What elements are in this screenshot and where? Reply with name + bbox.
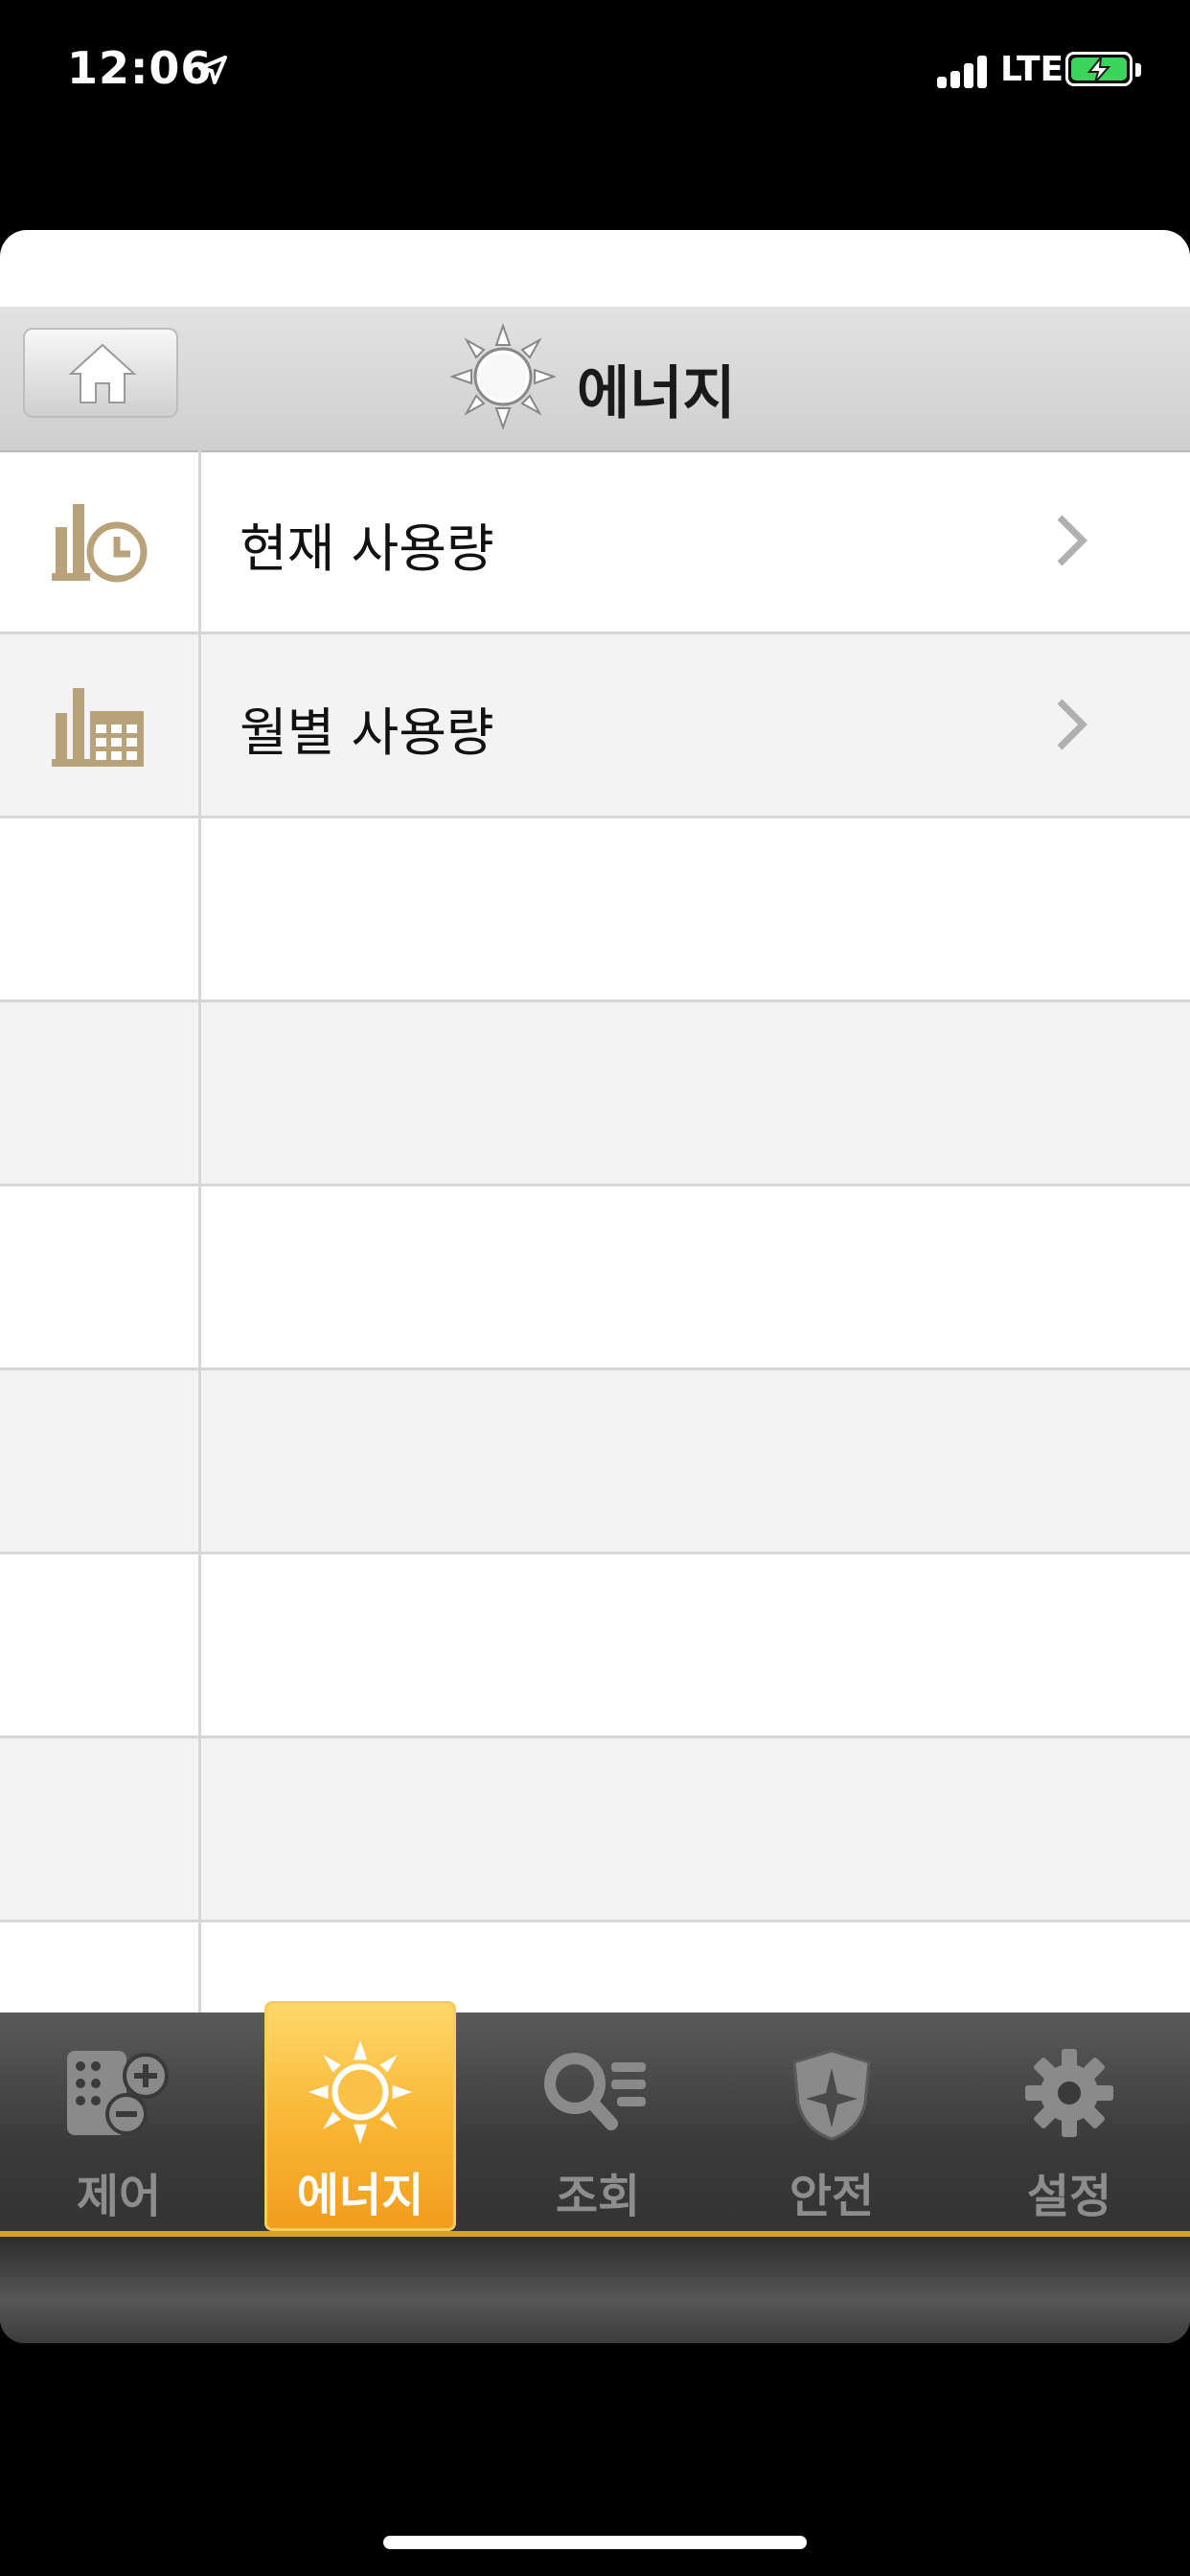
battery-charging-icon xyxy=(1065,52,1133,86)
header-bar: 에너지 xyxy=(0,307,1190,452)
search-list-icon xyxy=(544,2053,646,2130)
tab-safety[interactable]: 안전 xyxy=(736,2012,927,2229)
location-arrow-icon xyxy=(198,56,227,84)
page-title: 에너지 xyxy=(577,360,736,427)
chevron-right-icon xyxy=(1057,699,1087,750)
empty-row xyxy=(0,1186,1190,1370)
app-window: 에너지 현재 사용량 월별 사용량 제어 에너지 조회 안전 설정 xyxy=(0,230,1190,2343)
battery-cap xyxy=(1135,63,1141,77)
gear-icon xyxy=(1025,2049,1113,2137)
home-button[interactable] xyxy=(23,328,178,418)
menu-item-label: 월별 사용량 xyxy=(240,702,494,763)
tab-label: 안전 xyxy=(789,2170,875,2223)
empty-row xyxy=(0,818,1190,1002)
usage-calendar-icon xyxy=(52,688,144,767)
shield-icon xyxy=(792,2049,871,2141)
sun-icon xyxy=(450,324,556,429)
tab-inquiry[interactable]: 조회 xyxy=(502,2012,694,2229)
row-icon-cell xyxy=(0,634,201,816)
tab-control[interactable]: 제어 xyxy=(23,2012,215,2229)
tab-energy[interactable]: 에너지 xyxy=(264,2001,456,2231)
tab-label: 에너지 xyxy=(296,2169,424,2222)
status-time: 12:06 xyxy=(67,42,213,94)
chevron-right-icon xyxy=(1057,515,1087,566)
signal-icon xyxy=(937,54,995,88)
menu-item-current-usage[interactable]: 현재 사용량 xyxy=(0,450,1190,634)
empty-row xyxy=(0,1002,1190,1186)
empty-row xyxy=(0,1738,1190,1922)
network-label: LTE xyxy=(1000,50,1064,89)
tab-settings[interactable]: 설정 xyxy=(973,2012,1165,2229)
tab-label: 조회 xyxy=(555,2170,641,2223)
usage-clock-icon xyxy=(52,504,148,583)
empty-row xyxy=(0,1554,1190,1738)
home-indicator[interactable] xyxy=(383,2536,807,2549)
menu-item-monthly-usage[interactable]: 월별 사용량 xyxy=(0,634,1190,818)
tab-bar: 제어 에너지 조회 안전 설정 xyxy=(0,2001,1190,2343)
row-icon-cell xyxy=(0,450,201,632)
status-bar: 12:06 LTE xyxy=(0,0,1190,144)
sun-icon xyxy=(309,2040,412,2144)
remote-control-icon xyxy=(67,2051,169,2135)
energy-menu-list: 현재 사용량 월별 사용량 xyxy=(0,450,1190,2238)
tab-label: 설정 xyxy=(1026,2170,1112,2223)
tab-bar-lower-panel xyxy=(0,2237,1190,2343)
empty-row xyxy=(0,1370,1190,1554)
home-icon xyxy=(68,343,137,403)
tab-label: 제어 xyxy=(76,2170,162,2223)
menu-item-label: 현재 사용량 xyxy=(240,518,494,579)
